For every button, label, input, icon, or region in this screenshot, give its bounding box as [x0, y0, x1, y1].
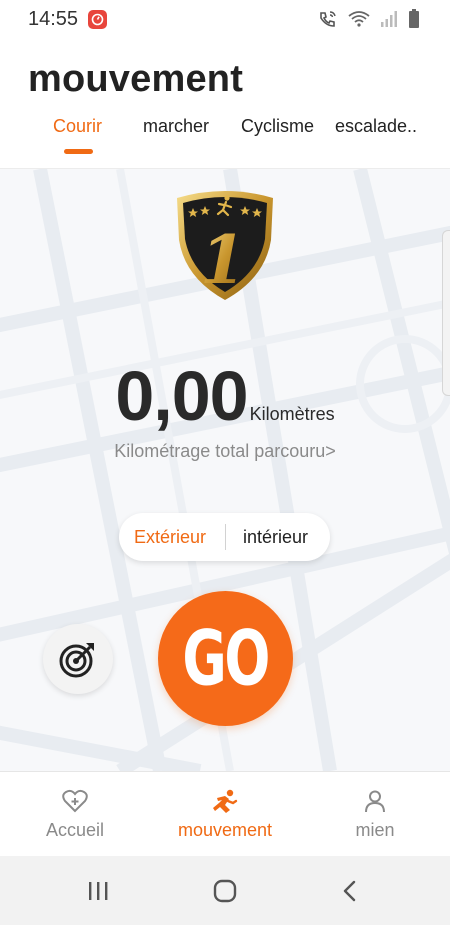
recent-apps-button[interactable] [68, 874, 128, 908]
rank-badge: 1 [171, 188, 279, 302]
running-icon [211, 789, 239, 820]
environment-toggle: Extérieur intérieur [119, 513, 330, 561]
goal-target-button[interactable] [43, 624, 113, 694]
app-notification-icon [88, 9, 108, 29]
battery-icon [409, 9, 419, 28]
rank-number: 1 [200, 221, 246, 299]
toggle-divider [225, 524, 226, 550]
back-button[interactable] [320, 874, 380, 908]
go-start-button[interactable]: GO [158, 591, 293, 726]
wifi-call-icon [320, 11, 336, 27]
status-icons [318, 9, 420, 29]
outdoor-option[interactable]: Extérieur [134, 527, 206, 548]
active-tab-indicator [64, 149, 93, 154]
heart-plus-icon [62, 789, 88, 818]
nav-item-mouvement[interactable]: mouvement [150, 772, 300, 856]
wifi-icon [348, 11, 370, 27]
tab-courir[interactable]: Courir [53, 116, 102, 137]
distance-display: 0,00 Kilomètres [0, 356, 450, 436]
home-icon [213, 879, 237, 903]
total-distance-link[interactable]: Kilométrage total parcouru> [0, 441, 450, 462]
nav-item-mien[interactable]: mien [300, 772, 450, 856]
status-bar: 14:55 [0, 0, 450, 38]
system-navigation-bar [0, 856, 450, 925]
home-button[interactable] [195, 874, 255, 908]
bottom-navigation: Accueil mouvement mien [0, 772, 450, 856]
tab-escalade[interactable]: escalade.. [335, 116, 417, 137]
person-icon [363, 789, 387, 818]
rank-shield-icon: 1 [177, 191, 273, 300]
nav-label-mien: mien [355, 820, 395, 840]
tab-marcher[interactable]: marcher [143, 116, 209, 137]
nav-item-accueil[interactable]: Accueil [0, 772, 150, 856]
back-icon [343, 880, 356, 902]
page-title: mouvement [28, 58, 244, 100]
recent-apps-icon [89, 882, 108, 900]
nav-label-accueil: Accueil [45, 820, 105, 840]
nav-label-mouvement: mouvement [177, 820, 273, 840]
distance-unit: Kilomètres [249, 404, 335, 424]
indoor-option[interactable]: intérieur [243, 527, 308, 548]
tab-cyclisme[interactable]: Cyclisme [241, 116, 314, 137]
go-label: GO [182, 614, 271, 703]
status-time: 14:55 [28, 7, 79, 30]
target-icon [59, 643, 94, 678]
signal-icon [381, 11, 397, 27]
distance-value: 0,00 [115, 357, 248, 435]
